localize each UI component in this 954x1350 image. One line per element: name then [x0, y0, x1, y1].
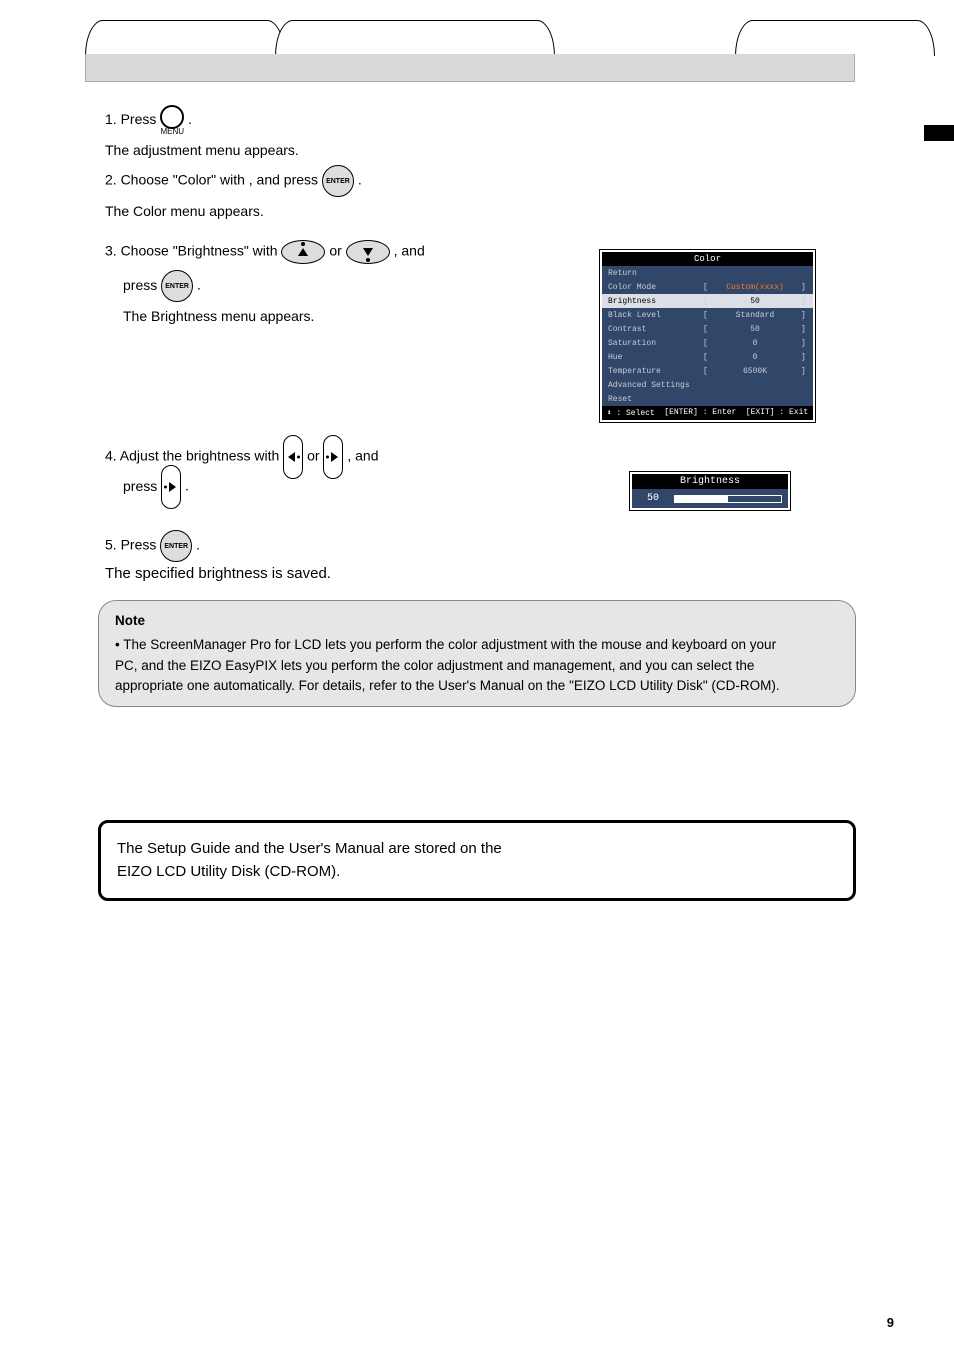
enter-button-icon: ENTER — [322, 165, 354, 197]
osd-row-label: Reset — [608, 395, 703, 404]
osd-row[interactable]: Reset — [602, 392, 813, 406]
step1-text-b: . — [188, 111, 192, 127]
step-2: 2. Choose "Color" with , and press ENTER… — [105, 165, 849, 219]
osd-row[interactable]: Return — [602, 266, 813, 280]
side-tab — [924, 125, 954, 141]
note-title: Note — [115, 611, 839, 631]
osd-row-value: 50 — [709, 325, 801, 334]
osd-row[interactable]: Color Mode[Custom(xxxx)] — [602, 280, 813, 294]
osd-row-label: Color Mode — [608, 283, 703, 292]
step4-text-d: press — [123, 478, 161, 494]
tab-row — [85, 20, 845, 80]
osd-row-value: Custom(xxxx) — [709, 283, 801, 292]
step3-text-e: . — [197, 277, 201, 293]
enter-button-icon-2: ENTER — [161, 270, 193, 302]
osd-footer-enter: [ENTER] : Enter — [664, 408, 736, 418]
osd-row-label: Brightness — [608, 297, 703, 306]
step3-text-a: 3. Choose "Brightness" with — [105, 243, 281, 259]
osd-row-value: 0 — [709, 353, 801, 362]
note-line-3: appropriate one automatically. For detai… — [115, 676, 839, 696]
tab-1[interactable] — [85, 20, 285, 56]
osd-row-label: Return — [608, 269, 703, 278]
osd-row[interactable]: Saturation[0] — [602, 336, 813, 350]
step1-result: The adjustment menu appears. — [105, 142, 849, 158]
brightness-popup: Brightness 50 — [630, 472, 790, 510]
osd-row-value: Standard — [709, 311, 801, 320]
note-line-1: • The ScreenManager Pro for LCD lets you… — [115, 635, 839, 655]
osd-row-value: 0 — [709, 339, 801, 348]
note-line-2: PC, and the EIZO EasyPIX lets you perfor… — [115, 656, 839, 676]
osd-title: Color — [602, 252, 813, 266]
tab-2[interactable] — [275, 20, 555, 56]
up-button-icon — [281, 240, 325, 264]
osd-row-label: Hue — [608, 353, 703, 362]
osd-row[interactable]: Contrast[50] — [602, 322, 813, 336]
brightness-bar — [674, 495, 782, 503]
note-box: Note • The ScreenManager Pro for LCD let… — [98, 600, 856, 707]
tab-bar — [85, 54, 855, 82]
step1-text-a: 1. Press — [105, 111, 160, 127]
page-number: 9 — [887, 1315, 894, 1330]
info-line-2: EIZO LCD Utility Disk (CD-ROM). — [117, 860, 837, 883]
tab-4[interactable] — [735, 20, 935, 56]
osd-row-label: Black Level — [608, 311, 703, 320]
osd-row-value: 6500K — [709, 367, 801, 376]
osd-footer-select: ⬍ : Select — [607, 408, 655, 418]
step3-text-d: press — [123, 277, 161, 293]
step4-text-e: . — [185, 478, 189, 494]
step3-text-c: , and — [394, 243, 425, 259]
saved-text: The specified brightness is saved. — [105, 565, 331, 582]
osd-row[interactable]: Black Level[Standard] — [602, 308, 813, 322]
down-button-icon — [346, 240, 390, 264]
info-box: The Setup Guide and the User's Manual ar… — [98, 820, 856, 901]
step5-text-a: 5. Press — [105, 537, 160, 553]
menu-button-icon — [160, 105, 184, 129]
enter-button-icon-3: ENTER — [160, 530, 192, 562]
step4-text-a: 4. Adjust the brightness with — [105, 448, 283, 464]
osd-color-menu: Color ReturnColor Mode[Custom(xxxx)]Brig… — [600, 250, 815, 422]
osd-footer: ⬍ : Select [ENTER] : Enter [EXIT] : Exit — [602, 406, 813, 420]
step2-text-c: . — [358, 172, 362, 188]
osd-row[interactable]: Temperature[6500K] — [602, 364, 813, 378]
step2-text-b: , and press — [249, 172, 322, 188]
brightness-title: Brightness — [632, 474, 788, 489]
osd-row-label: Saturation — [608, 339, 703, 348]
osd-row-label: Advanced Settings — [608, 381, 703, 390]
osd-row-label: Temperature — [608, 367, 703, 376]
step3-text-b: or — [329, 243, 345, 259]
step4-text-b: or — [307, 448, 323, 464]
osd-row[interactable]: Advanced Settings — [602, 378, 813, 392]
right-button-icon-2 — [161, 465, 181, 509]
step-1: 1. Press MENU . The adjustment menu appe… — [105, 105, 849, 158]
osd-row[interactable]: Brightness[50] — [602, 294, 813, 308]
step2-result: The Color menu appears. — [105, 203, 849, 219]
osd-footer-exit: [EXIT] : Exit — [746, 408, 808, 418]
step-5: 5. Press ENTER . — [105, 530, 849, 562]
osd-row[interactable]: Hue[0] — [602, 350, 813, 364]
step4-text-c: , and — [347, 448, 378, 464]
step5-text-b: . — [196, 537, 200, 553]
step2-text-a: 2. Choose "Color" with — [105, 172, 249, 188]
osd-row-value: 50 — [709, 297, 801, 306]
brightness-value: 50 — [638, 493, 668, 504]
info-line-1: The Setup Guide and the User's Manual ar… — [117, 837, 837, 860]
osd-row-label: Contrast — [608, 325, 703, 334]
